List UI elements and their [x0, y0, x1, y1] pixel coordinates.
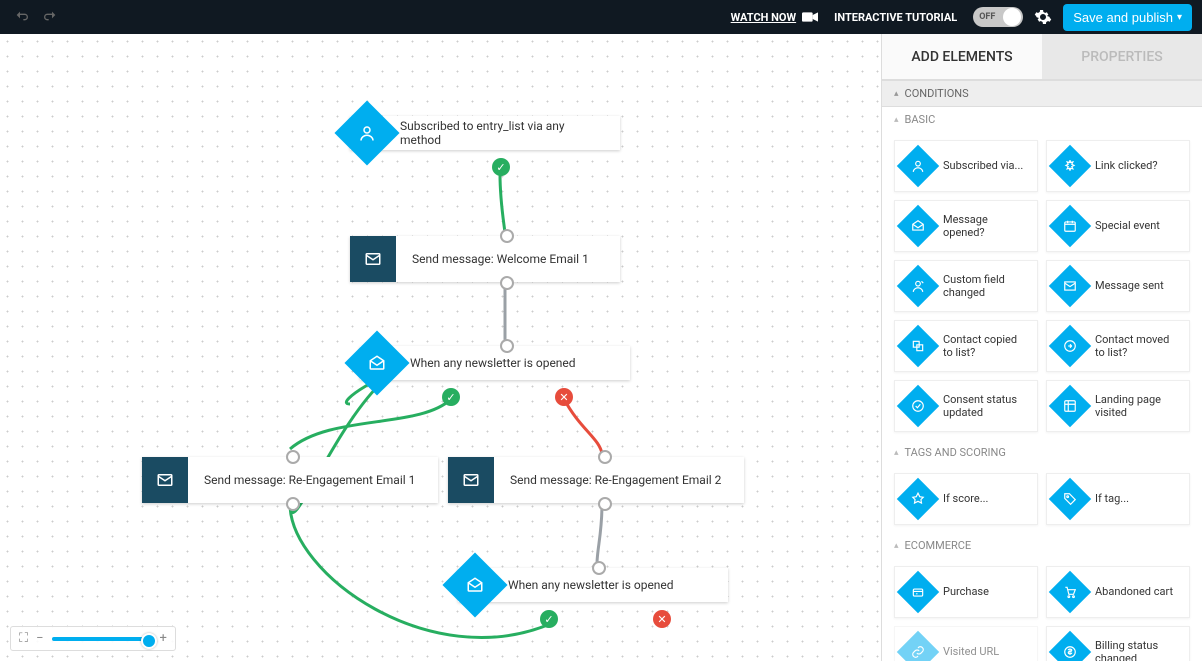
palette-subscribed-via[interactable]: Subscribed via...: [894, 140, 1038, 192]
workflow-canvas[interactable]: Subscribed to entry_list via any method …: [0, 34, 881, 661]
palette-contact-copied[interactable]: Contact copied to list?: [894, 320, 1038, 372]
yes-port[interactable]: ✓: [492, 158, 510, 176]
in-port[interactable]: [286, 450, 300, 464]
node-send-reengage-1[interactable]: Send message: Re-Engagement Email 1: [142, 457, 438, 503]
in-port[interactable]: [500, 339, 514, 353]
node-label: Subscribed to entry_list via any method: [384, 119, 620, 147]
slider-thumb[interactable]: [141, 633, 157, 649]
toggle-state: OFF: [979, 12, 995, 22]
palette-custom-field[interactable]: Custom field changed: [894, 260, 1038, 312]
node-label: Send message: Welcome Email 1: [396, 252, 605, 266]
no-port[interactable]: ✕: [555, 388, 573, 406]
palette-if-tag[interactable]: If tag...: [1046, 473, 1190, 525]
in-port[interactable]: [592, 561, 606, 575]
subsection-ecommerce[interactable]: ECOMMERCE: [882, 533, 1202, 558]
toggle-knob: [1003, 8, 1021, 26]
condition-icon: [442, 552, 507, 617]
palette-abandoned-cart[interactable]: Abandoned cart: [1046, 566, 1190, 618]
tutorial-toggle[interactable]: OFF: [973, 7, 1023, 27]
palette-purchase[interactable]: Purchase: [894, 566, 1038, 618]
palette-contact-moved[interactable]: Contact moved to list?: [1046, 320, 1190, 372]
palette-visited-url[interactable]: Visited URL: [894, 626, 1038, 661]
action-icon: [142, 457, 188, 503]
subsection-tags-scoring[interactable]: TAGS AND SCORING: [882, 440, 1202, 465]
out-port[interactable]: [500, 276, 514, 290]
fit-icon[interactable]: ⛶: [19, 631, 28, 646]
zoom-in-button[interactable]: +: [160, 631, 167, 646]
section-conditions[interactable]: CONDITIONS: [882, 80, 1202, 107]
action-icon: [350, 236, 396, 282]
tab-add-elements[interactable]: ADD ELEMENTS: [882, 34, 1042, 79]
in-port[interactable]: [500, 229, 514, 243]
yes-port[interactable]: ✓: [442, 388, 460, 406]
in-port[interactable]: [598, 450, 612, 464]
node-label: Send message: Re-Engagement Email 1: [188, 473, 431, 487]
condition-icon: [344, 330, 409, 395]
watch-now-link[interactable]: WATCH NOW: [731, 11, 818, 24]
node-newsletter-opened-2[interactable]: When any newsletter is opened ✓ ✕: [458, 568, 728, 602]
tab-properties[interactable]: PROPERTIES: [1042, 34, 1202, 79]
node-label: Send message: Re-Engagement Email 2: [494, 473, 737, 487]
redo-button[interactable]: [38, 5, 62, 29]
palette-message-opened[interactable]: Message opened?: [894, 200, 1038, 252]
palette-special-event[interactable]: Special event: [1046, 200, 1190, 252]
condition-icon: [334, 100, 399, 165]
action-icon: [448, 457, 494, 503]
zoom-controls: ⛶ − +: [10, 626, 176, 651]
sidebar-scroll[interactable]: CONDITIONS BASIC Subscribed via... Link …: [882, 80, 1202, 661]
node-send-reengage-2[interactable]: Send message: Re-Engagement Email 2: [448, 457, 744, 503]
node-newsletter-opened-1[interactable]: When any newsletter is opened ✓ ✕: [360, 346, 630, 380]
node-subscribed-condition[interactable]: Subscribed to entry_list via any method …: [350, 116, 620, 150]
node-label: When any newsletter is opened: [492, 578, 690, 592]
watch-now-label: WATCH NOW: [731, 11, 796, 24]
settings-button[interactable]: [1031, 5, 1055, 29]
palette-if-score[interactable]: If score...: [894, 473, 1038, 525]
palette-billing-changed[interactable]: Billing status changed: [1046, 626, 1190, 661]
subsection-basic[interactable]: BASIC: [882, 107, 1202, 132]
video-icon: [802, 11, 818, 23]
tutorial-label: INTERACTIVE TUTORIAL: [834, 11, 957, 24]
out-port[interactable]: [286, 497, 300, 511]
yes-port[interactable]: ✓: [540, 610, 558, 628]
node-label: When any newsletter is opened: [394, 356, 592, 370]
no-port[interactable]: ✕: [653, 610, 671, 628]
undo-button[interactable]: [10, 5, 34, 29]
top-bar: WATCH NOW INTERACTIVE TUTORIAL OFF Save …: [0, 0, 1202, 34]
zoom-slider[interactable]: [52, 637, 152, 641]
palette-consent-updated[interactable]: Consent status updated: [894, 380, 1038, 432]
out-port[interactable]: [598, 497, 612, 511]
palette-link-clicked[interactable]: Link clicked?: [1046, 140, 1190, 192]
node-send-welcome-1[interactable]: Send message: Welcome Email 1: [350, 236, 620, 282]
palette-landing-visited[interactable]: Landing page visited: [1046, 380, 1190, 432]
sidebar: ADD ELEMENTS PROPERTIES CONDITIONS BASIC…: [881, 34, 1202, 661]
save-publish-button[interactable]: Save and publish: [1063, 4, 1192, 31]
save-label: Save and publish: [1073, 10, 1173, 25]
zoom-out-button[interactable]: −: [36, 631, 43, 646]
gear-icon: [1034, 8, 1052, 26]
palette-message-sent[interactable]: Message sent: [1046, 260, 1190, 312]
